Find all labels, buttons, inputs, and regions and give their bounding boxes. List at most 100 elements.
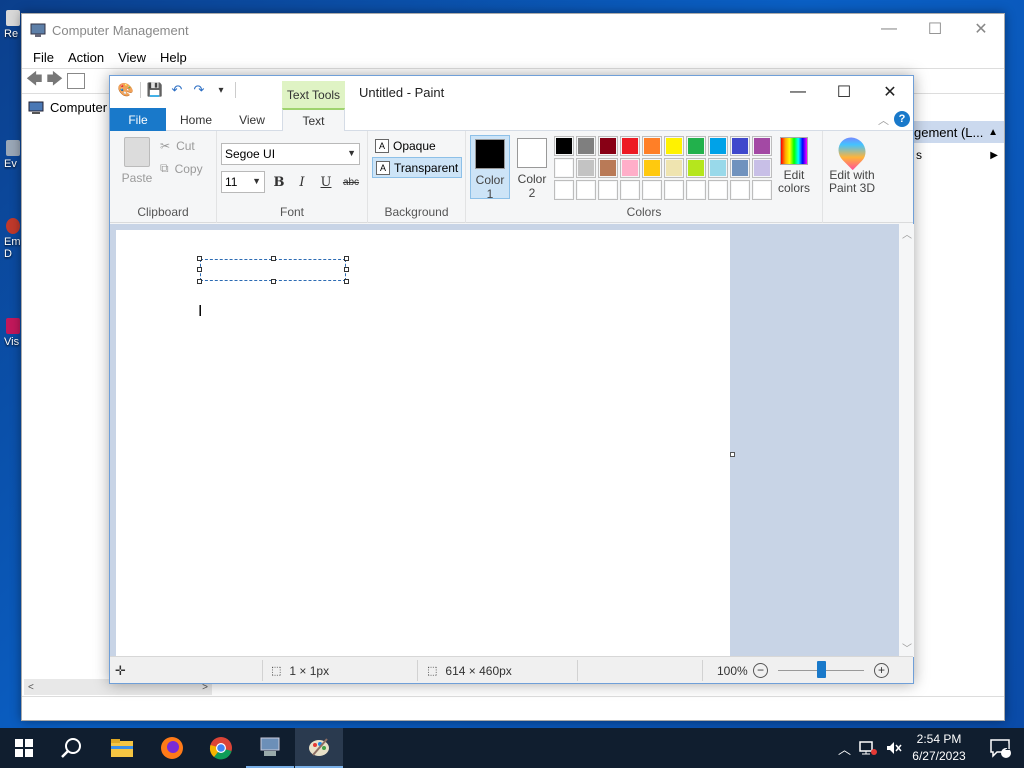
actions-more[interactable]: s ▶ — [912, 143, 1004, 167]
palette-swatch[interactable] — [664, 136, 684, 156]
tab-file[interactable]: File — [110, 108, 166, 131]
palette-swatch[interactable] — [752, 180, 772, 200]
color2-button[interactable]: Color 2 — [512, 135, 552, 200]
edit-colors-button[interactable]: Edit colors — [772, 135, 816, 195]
taskbar-firefox[interactable] — [148, 728, 196, 768]
palette-swatch[interactable] — [576, 136, 596, 156]
palette-swatch[interactable] — [708, 158, 728, 178]
cm-menu-view[interactable]: View — [111, 50, 153, 65]
desktop-icon-recycle-bin[interactable]: Re — [4, 10, 22, 40]
palette-swatch[interactable] — [664, 180, 684, 200]
qat-customize-icon[interactable]: ▾ — [213, 82, 229, 98]
actions-header[interactable]: gement (L... ▲ — [912, 121, 1004, 143]
zoom-slider-thumb[interactable] — [817, 661, 826, 678]
cm-menu-file[interactable]: File — [26, 50, 61, 65]
palette-swatch[interactable] — [598, 180, 618, 200]
palette-swatch[interactable] — [708, 136, 728, 156]
tree-item-computer-management[interactable]: Computer M — [28, 100, 122, 115]
color1-button[interactable]: Color 1 — [470, 135, 510, 201]
resize-handle[interactable] — [197, 267, 202, 272]
cm-menu-help[interactable]: Help — [153, 50, 194, 65]
forward-arrow-icon[interactable]: 🡆 — [47, 68, 64, 95]
zoom-out-icon[interactable]: − — [753, 663, 768, 678]
taskbar-chrome[interactable] — [197, 728, 245, 768]
copy-button[interactable]: ⧉ Copy — [160, 161, 203, 176]
taskbar-clock[interactable]: 2:54 PM 6/27/2023 — [906, 731, 972, 765]
taskbar-file-explorer[interactable] — [98, 728, 146, 768]
paint-maximize-button[interactable]: ☐ — [821, 76, 867, 108]
resize-handle[interactable] — [344, 267, 349, 272]
edit-with-paint3d-button[interactable]: Edit with Paint 3D — [824, 131, 880, 195]
cm-title-bar[interactable]: Computer Management — [22, 14, 1004, 46]
resize-handle[interactable] — [344, 256, 349, 261]
redo-icon[interactable]: ↷ — [191, 82, 207, 98]
palette-swatch[interactable] — [620, 158, 640, 178]
palette-swatch[interactable] — [554, 180, 574, 200]
desktop-icon-event-viewer[interactable]: Ev — [4, 140, 22, 170]
palette-swatch[interactable] — [730, 158, 750, 178]
paint-app-icon[interactable]: 🎨 — [118, 82, 134, 98]
collapse-ribbon-icon[interactable]: ︿ — [878, 112, 889, 128]
palette-swatch[interactable] — [686, 136, 706, 156]
palette-swatch[interactable] — [554, 136, 574, 156]
palette-swatch[interactable] — [686, 158, 706, 178]
palette-swatch[interactable] — [708, 180, 728, 200]
desktop-icon-visual-studio[interactable]: Vis — [4, 318, 22, 348]
cm-close-button[interactable]: ✕ — [958, 14, 1004, 44]
canvas-vertical-scrollbar[interactable]: ︿ ﹀ — [899, 224, 914, 657]
palette-swatch[interactable] — [642, 180, 662, 200]
underline-button[interactable]: U — [317, 173, 335, 191]
palette-swatch[interactable] — [752, 136, 772, 156]
start-button[interactable] — [0, 728, 48, 768]
text-box-selection[interactable] — [197, 256, 349, 284]
back-arrow-icon[interactable]: 🡄 — [26, 68, 43, 95]
console-tree-icon[interactable] — [67, 73, 86, 89]
tab-view[interactable]: View — [226, 108, 278, 131]
palette-swatch[interactable] — [730, 136, 750, 156]
paint-close-button[interactable]: ✕ — [867, 76, 913, 108]
tab-home[interactable]: Home — [170, 108, 222, 131]
palette-swatch[interactable] — [576, 158, 596, 178]
transparent-option[interactable]: A Transparent — [372, 157, 463, 178]
palette-swatch[interactable] — [664, 158, 684, 178]
scroll-down-icon[interactable]: ﹀ — [902, 640, 912, 655]
resize-handle[interactable] — [344, 279, 349, 284]
italic-button[interactable]: I — [293, 173, 311, 191]
action-center-button[interactable]: 1 — [978, 728, 1022, 768]
palette-swatch[interactable] — [598, 136, 618, 156]
drawing-canvas[interactable]: I — [116, 230, 730, 657]
strikethrough-button[interactable]: abc — [340, 173, 362, 191]
collapse-up-icon[interactable]: ▲ — [988, 127, 998, 138]
palette-swatch[interactable] — [642, 158, 662, 178]
font-size-select[interactable]: 11 ▼ — [221, 171, 265, 193]
zoom-in-icon[interactable]: + — [874, 663, 889, 678]
palette-swatch[interactable] — [642, 136, 662, 156]
cm-menu-action[interactable]: Action — [61, 50, 111, 65]
resize-handle[interactable] — [271, 279, 276, 284]
volume-muted-icon[interactable] — [885, 740, 903, 756]
network-icon[interactable] — [859, 740, 878, 756]
search-button[interactable] — [48, 728, 96, 768]
font-family-select[interactable]: Segoe UI ▼ — [221, 143, 360, 165]
palette-swatch[interactable] — [752, 158, 772, 178]
desktop-icon-app[interactable]: Em D — [4, 218, 22, 260]
paste-button[interactable]: Paste — [118, 137, 156, 185]
palette-swatch[interactable] — [620, 136, 640, 156]
undo-icon[interactable]: ↶ — [169, 82, 185, 98]
cut-button[interactable]: ✂ Cut — [160, 139, 195, 153]
cm-maximize-button[interactable]: ☐ — [912, 14, 958, 44]
palette-swatch[interactable] — [554, 158, 574, 178]
taskbar-computer-management[interactable] — [246, 728, 294, 768]
resize-handle[interactable] — [271, 256, 276, 261]
paint-minimize-button[interactable]: — — [775, 76, 821, 108]
palette-swatch[interactable] — [620, 180, 640, 200]
tab-text[interactable]: Text — [282, 108, 345, 132]
cm-minimize-button[interactable]: — — [866, 14, 912, 44]
paint-title-bar[interactable]: 🎨 💾 ↶ ↷ ▾ Text Tools Untitled - Paint — … — [110, 76, 913, 108]
palette-swatch[interactable] — [730, 180, 750, 200]
bold-button[interactable]: B — [270, 173, 288, 191]
help-icon[interactable]: ? — [894, 111, 910, 127]
palette-swatch[interactable] — [576, 180, 596, 200]
scroll-left-icon[interactable]: < — [28, 682, 34, 693]
palette-swatch[interactable] — [598, 158, 618, 178]
